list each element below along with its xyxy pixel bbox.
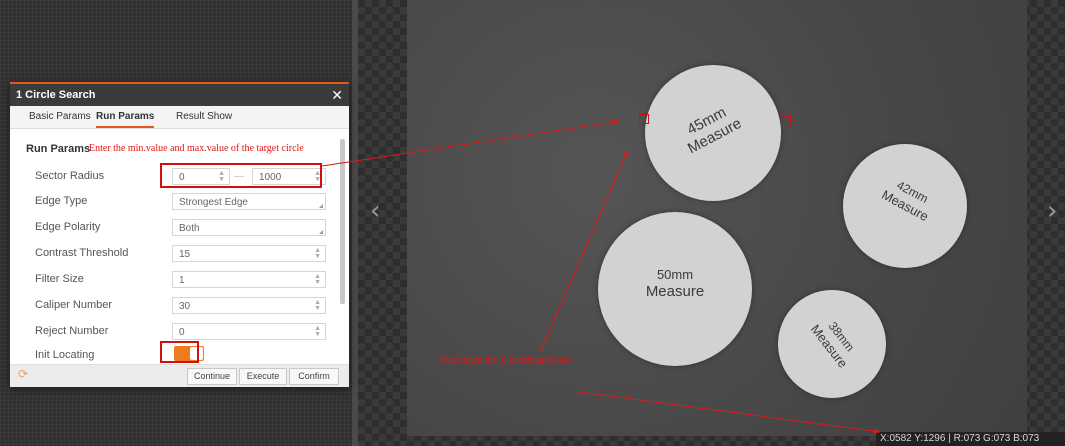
close-icon[interactable]: ✕ xyxy=(331,84,343,106)
filter-size-input[interactable]: 1 ▲ ▼ xyxy=(172,271,326,288)
coin-size-label: 50mm xyxy=(656,267,694,282)
reject-number-value: 0 xyxy=(179,327,185,338)
spinner-icon[interactable]: ▲ ▼ xyxy=(314,247,321,260)
tab-basic-params[interactable]: Basic Params xyxy=(29,106,91,128)
edge-type-select[interactable]: Strongest Edge xyxy=(172,193,326,210)
tab-run-params[interactable]: Run Params xyxy=(96,106,155,128)
edge-marker-right xyxy=(781,116,791,126)
contrast-threshold-input[interactable]: 15 ▲ ▼ xyxy=(172,245,326,262)
refresh-icon[interactable]: ⟳ xyxy=(18,367,28,381)
dropdown-corner-icon xyxy=(319,204,323,208)
tab-bar: Basic Params Run Params Result Show xyxy=(10,106,349,129)
coin-word-label: Measure xyxy=(645,283,705,300)
label-sector-radius: Sector Radius xyxy=(35,170,105,182)
execute-button[interactable]: Execute xyxy=(239,368,287,385)
dialog-title-bar[interactable]: 1 Circle Search ✕ xyxy=(10,84,349,106)
label-init-locating: Init Locating xyxy=(35,349,95,361)
edge-polarity-select[interactable]: Both xyxy=(172,219,326,236)
chevron-left-icon[interactable]: ‹ xyxy=(370,198,380,224)
coin-42mm: 42mm Measure xyxy=(843,144,967,268)
dialog-title: 1 Circle Search xyxy=(16,89,96,101)
label-edge-type: Edge Type xyxy=(35,195,88,207)
dialog-footer: ⟳ Continue Execute Confirm xyxy=(10,364,349,387)
status-bar: X:0582 Y:1296 | R:073 G:073 B:073 xyxy=(876,432,1065,446)
label-edge-polarity: Edge Polarity xyxy=(35,221,101,233)
spinner-icon[interactable]: ▲ ▼ xyxy=(314,299,321,312)
section-title: Run Params xyxy=(26,143,91,155)
confirm-button[interactable]: Confirm xyxy=(289,368,339,385)
label-reject-number: Reject Number xyxy=(35,325,109,337)
tab-result-show[interactable]: Result Show xyxy=(176,106,232,128)
radius-hint-annotation: Enter the min.value and max.value of the… xyxy=(89,143,304,154)
filter-size-value: 1 xyxy=(179,275,185,286)
coin-45mm: 45mm Measure xyxy=(645,65,781,201)
caliper-number-value: 30 xyxy=(179,301,191,312)
continue-button[interactable]: Continue xyxy=(187,368,237,385)
init-locating-highlight xyxy=(160,341,199,363)
sector-radius-highlight xyxy=(160,163,322,188)
contrast-threshold-value: 15 xyxy=(179,249,191,260)
spinner-icon[interactable]: ▲ ▼ xyxy=(314,273,321,286)
chevron-right-icon[interactable]: › xyxy=(1047,198,1057,224)
label-contrast-threshold: Contrast Threshold xyxy=(35,247,129,259)
coin-38mm: 38mm Measure xyxy=(778,290,886,398)
x-coordinate-annotation: Note down the X coordinate here xyxy=(438,355,572,366)
edge-marker-left xyxy=(639,114,649,124)
dropdown-corner-icon xyxy=(319,230,323,234)
edge-polarity-value: Both xyxy=(179,223,200,234)
reject-number-input[interactable]: 0 ▲ ▼ xyxy=(172,323,326,340)
edge-type-value: Strongest Edge xyxy=(179,197,248,208)
coin-50mm: 50mm Measure xyxy=(598,212,752,366)
dialog-scrollbar[interactable] xyxy=(340,139,345,304)
label-caliper-number: Caliper Number xyxy=(35,299,113,311)
label-filter-size: Filter Size xyxy=(35,273,84,285)
spinner-icon[interactable]: ▲ ▼ xyxy=(314,325,321,338)
caliper-number-input[interactable]: 30 ▲ ▼ xyxy=(172,297,326,314)
